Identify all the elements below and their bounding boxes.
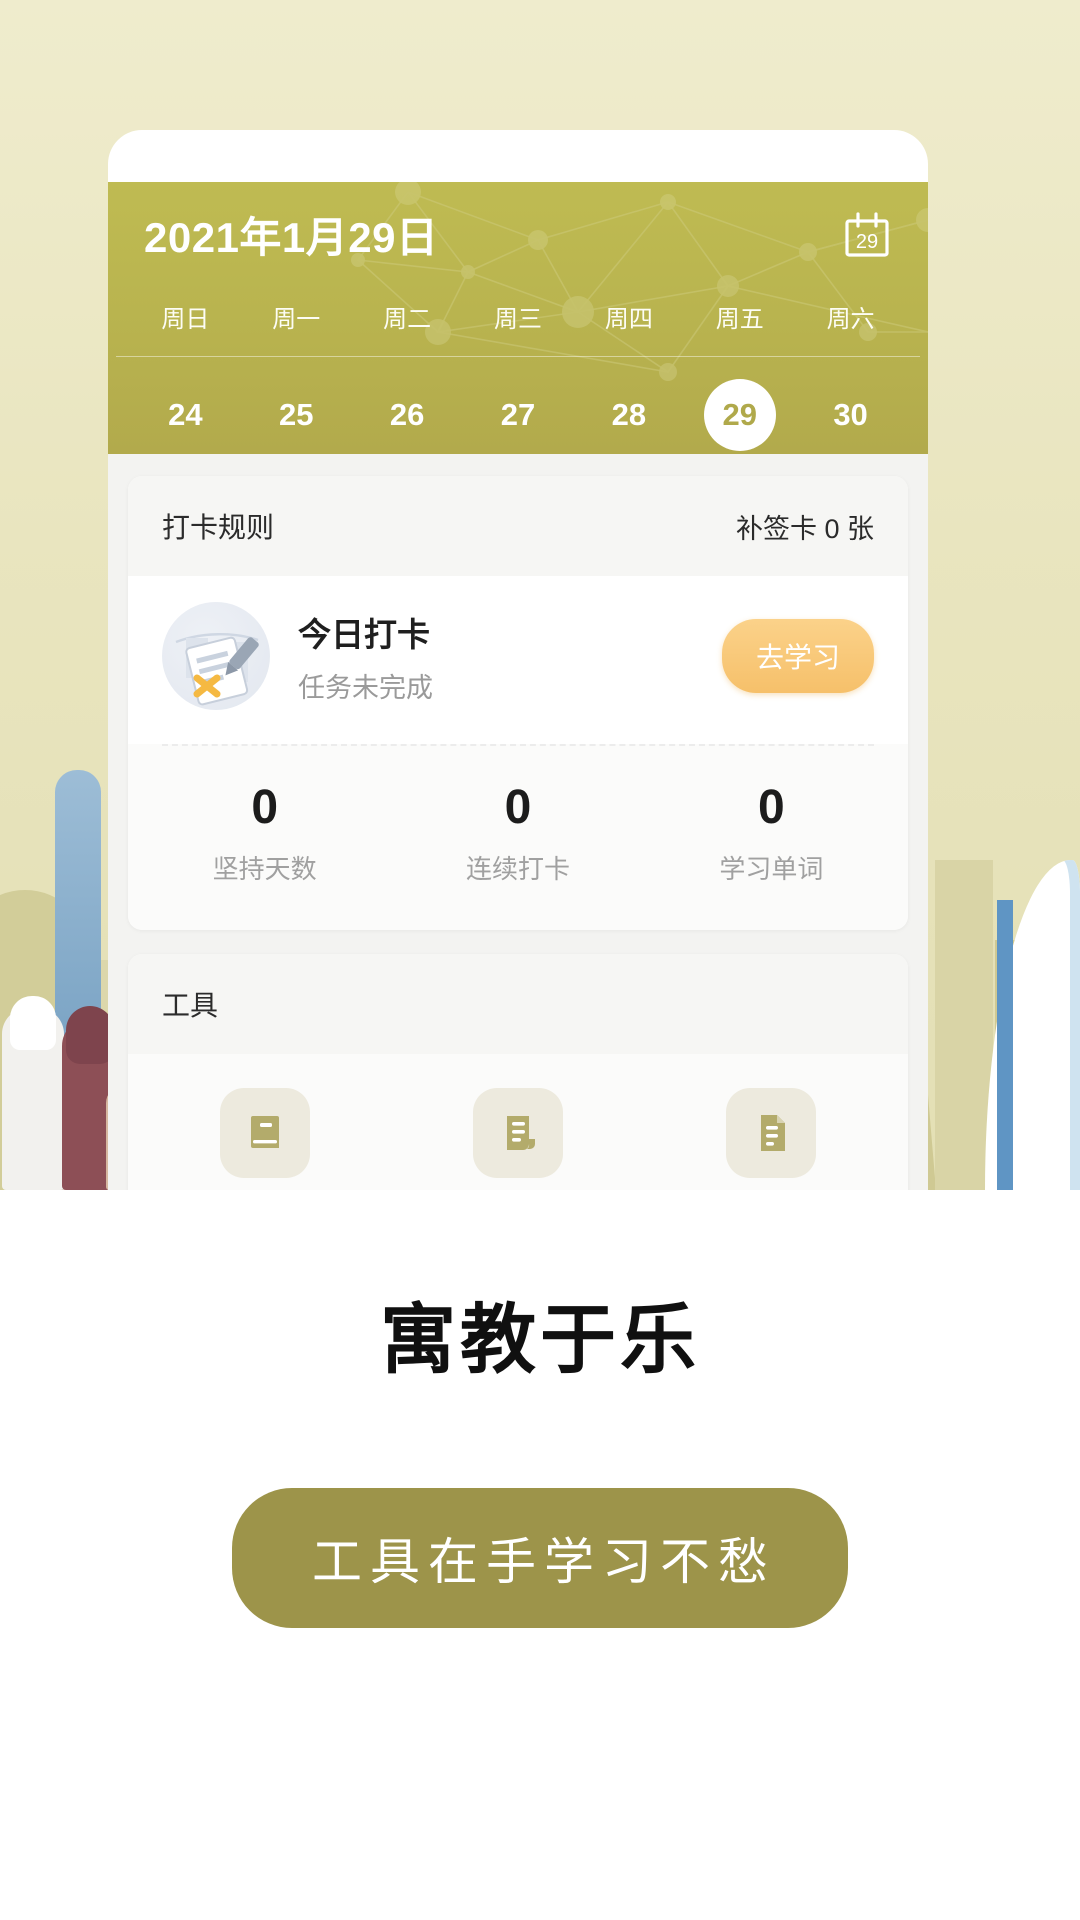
weekday-label: 周一 [241, 299, 352, 334]
date-cell[interactable]: 27 [463, 379, 574, 451]
stat-item: 0 连续打卡 [391, 780, 644, 886]
stat-item: 0 学习单词 [645, 780, 898, 886]
weekday-label: 周六 [795, 299, 906, 334]
date-label: 28 [612, 397, 646, 433]
clipboard-pencil-icon [162, 602, 270, 710]
date-label: 30 [833, 397, 867, 433]
stat-label: 学习单词 [645, 849, 898, 886]
date-label: 24 [168, 397, 202, 433]
building-right-1 [935, 860, 993, 1190]
date-label: 25 [279, 397, 313, 433]
checkin-card-header: 打卡规则 补签卡 0 张 [128, 476, 908, 576]
tools-grid: 词典 翻译 [128, 1054, 908, 1190]
calendar-icon[interactable]: 29 [842, 210, 892, 260]
page-title: 2021年1月29日 [144, 204, 439, 265]
checkin-rule-link[interactable]: 打卡规则 [162, 506, 274, 546]
weekday-label: 周五 [684, 299, 795, 334]
book-icon [220, 1088, 310, 1178]
header-top-row: 2021年1月29日 29 [108, 182, 928, 265]
stats-row: 0 坚持天数 0 连续打卡 0 学习单词 [128, 746, 908, 930]
weekday-label: 周二 [352, 299, 463, 334]
tools-card-header: 工具 [128, 954, 908, 1054]
tools-title: 工具 [162, 984, 218, 1024]
stat-value: 0 [645, 780, 898, 835]
weekday-label: 周日 [130, 299, 241, 334]
stat-value: 0 [391, 780, 644, 835]
document-lines-icon [473, 1088, 563, 1178]
date-row: 24 25 26 27 28 29 30 [108, 379, 928, 451]
promo-headline: 寓教于乐 [380, 1278, 700, 1388]
go-study-button[interactable]: 去学习 [722, 619, 874, 693]
tool-item-translate[interactable]: 翻译 [391, 1088, 644, 1190]
date-cell[interactable]: 26 [352, 379, 463, 451]
stat-label: 连续打卡 [391, 849, 644, 886]
app-body: 打卡规则 补签卡 0 张 [108, 454, 928, 1190]
date-cell[interactable]: 30 [795, 379, 906, 451]
stat-item: 0 坚持天数 [138, 780, 391, 886]
date-cell[interactable]: 24 [130, 379, 241, 451]
date-cell-selected[interactable]: 29 [684, 379, 795, 451]
weekday-row: 周日 周一 周二 周三 周四 周五 周六 [108, 299, 928, 356]
phone-screenshot-frame: 2021年1月29日 29 周日 周一 周二 周三 周四 周五 周六 24 25 [108, 130, 928, 1190]
date-cell[interactable]: 28 [573, 379, 684, 451]
weekday-label: 周四 [573, 299, 684, 334]
makeup-card-count: 补签卡 0 张 [736, 507, 874, 546]
date-label: 27 [501, 397, 535, 433]
file-text-icon [726, 1088, 816, 1178]
hijab-icon [66, 1006, 114, 1064]
promo-cta-button[interactable]: 工具在手学习不愁 [232, 1488, 848, 1628]
stat-label: 坚持天数 [138, 849, 391, 886]
date-label: 29 [704, 379, 776, 451]
today-checkin-status: 任务未完成 [298, 666, 722, 705]
date-cell[interactable]: 25 [241, 379, 352, 451]
app-header: 2021年1月29日 29 周日 周一 周二 周三 周四 周五 周六 24 25 [108, 182, 928, 454]
today-checkin-text: 今日打卡 任务未完成 [298, 608, 722, 705]
promo-section: 寓教于乐 工具在手学习不愁 [0, 1190, 1080, 1920]
date-label: 26 [390, 397, 424, 433]
header-divider [116, 356, 920, 357]
keffiyeh-icon [10, 996, 56, 1050]
weekday-label: 周三 [463, 299, 574, 334]
tools-card: 工具 词典 [128, 954, 908, 1190]
today-checkin-row: 今日打卡 任务未完成 去学习 [128, 576, 908, 744]
tool-item-alphabet[interactable]: 字母表 [645, 1088, 898, 1190]
calendar-icon-day: 29 [856, 231, 878, 253]
sail-hotel-silhouette [985, 860, 1080, 1190]
tool-item-dictionary[interactable]: 词典 [138, 1088, 391, 1190]
stat-value: 0 [138, 780, 391, 835]
today-checkin-title: 今日打卡 [298, 608, 722, 656]
checkin-card: 打卡规则 补签卡 0 张 [128, 476, 908, 930]
